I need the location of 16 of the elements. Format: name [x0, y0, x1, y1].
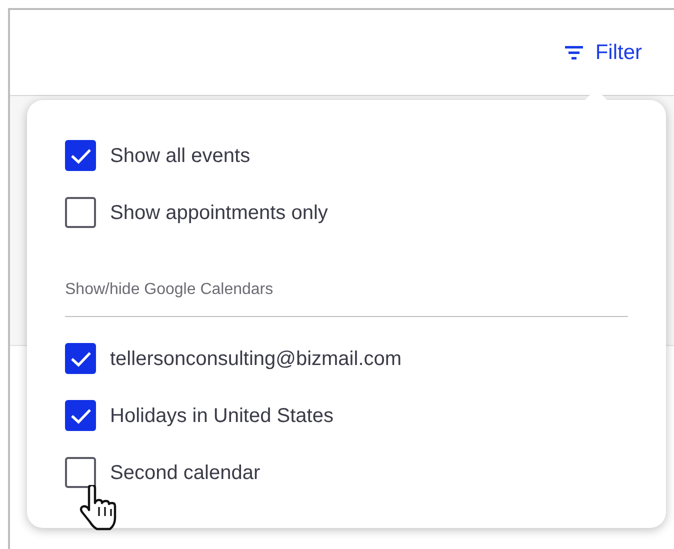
checkbox-label[interactable]: Show appointments only	[110, 198, 328, 228]
filter-button[interactable]: Filter	[557, 32, 650, 72]
checkbox-label[interactable]: Holidays in United States	[110, 400, 334, 430]
checkbox-label[interactable]: Show all events	[110, 140, 250, 170]
check-icon	[70, 350, 92, 368]
section-heading: Show/hide Google Calendars	[65, 280, 274, 300]
checkbox[interactable]	[65, 457, 96, 488]
checkbox[interactable]	[65, 343, 96, 374]
checkbox[interactable]	[65, 400, 96, 431]
checkbox[interactable]	[65, 140, 96, 171]
check-icon	[70, 406, 92, 424]
checkbox-label[interactable]: Second calendar	[110, 458, 260, 488]
filter-icon	[565, 46, 584, 60]
check-icon	[70, 146, 92, 164]
checkbox-label[interactable]: tellersonconsulting@bizmail.com	[110, 344, 402, 374]
checkbox[interactable]	[65, 197, 96, 228]
